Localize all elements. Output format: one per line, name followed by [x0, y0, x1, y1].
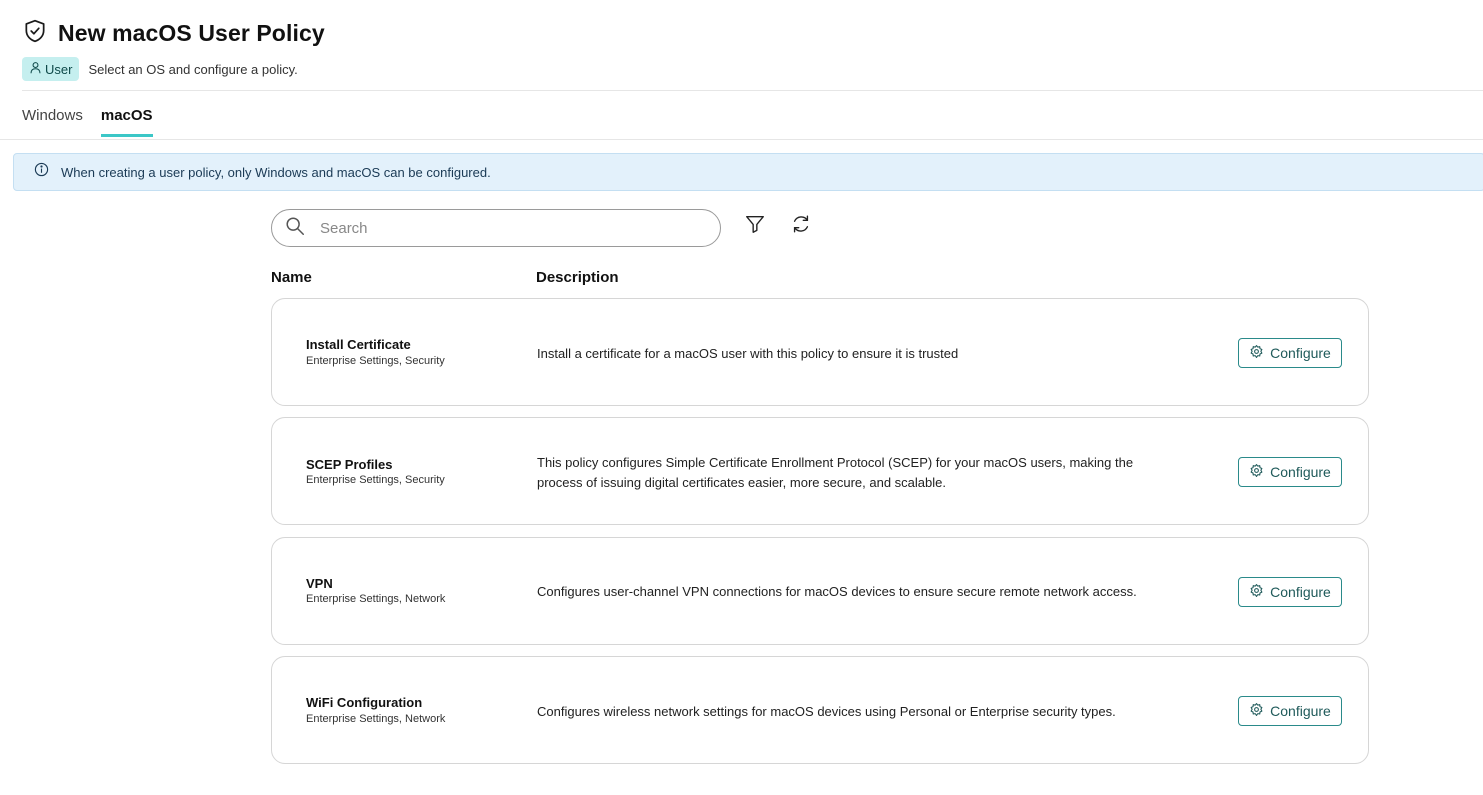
policy-card-install-certificate: Install Certificate Enterprise Settings,… — [271, 298, 1369, 406]
policy-name: Install Certificate — [306, 337, 411, 352]
gear-icon — [1249, 344, 1264, 362]
policy-tags: Enterprise Settings, Security — [306, 474, 445, 486]
page-subtitle: Select an OS and configure a policy. — [88, 61, 298, 77]
filter-icon — [744, 213, 766, 240]
configure-label: Configure — [1270, 584, 1331, 600]
configure-label: Configure — [1270, 703, 1331, 719]
gear-icon — [1249, 583, 1264, 601]
search-box[interactable] — [271, 209, 721, 247]
policy-description: Configures wireless network settings for… — [537, 704, 1116, 719]
user-icon — [29, 61, 42, 77]
gear-icon — [1249, 463, 1264, 481]
subtitle-row: User Select an OS and configure a policy… — [22, 57, 298, 81]
column-header-description: Description — [536, 269, 619, 286]
tab-windows[interactable]: Windows — [22, 107, 83, 137]
search-input[interactable] — [320, 219, 660, 237]
shield-check-icon — [22, 18, 48, 49]
gear-icon — [1249, 702, 1264, 720]
policy-description: Install a certificate for a macOS user w… — [537, 346, 959, 361]
os-tabs: Windows macOS — [22, 107, 153, 137]
info-icon — [34, 162, 49, 182]
page-title: New macOS User Policy — [58, 20, 325, 46]
policy-card-vpn: VPN Enterprise Settings, Network Configu… — [271, 537, 1369, 645]
policy-card-wifi-configuration: WiFi Configuration Enterprise Settings, … — [271, 656, 1369, 764]
search-icon — [284, 215, 306, 242]
policy-card-scep-profiles: SCEP Profiles Enterprise Settings, Secur… — [271, 417, 1369, 525]
policy-tags: Enterprise Settings, Security — [306, 355, 445, 367]
refresh-icon — [790, 213, 812, 240]
policy-name: WiFi Configuration — [306, 695, 423, 710]
tabs-divider — [0, 139, 1483, 140]
configure-label: Configure — [1270, 345, 1331, 361]
policy-tags: Enterprise Settings, Network — [306, 713, 446, 725]
configure-button[interactable]: Configure — [1238, 338, 1342, 368]
info-text: When creating a user policy, only Window… — [61, 164, 491, 180]
policy-tags: Enterprise Settings, Network — [306, 593, 446, 605]
policy-description: Configures user-channel VPN connections … — [537, 584, 1137, 599]
filter-button[interactable] — [742, 213, 768, 239]
configure-button[interactable]: Configure — [1238, 577, 1342, 607]
configure-label: Configure — [1270, 464, 1331, 480]
configure-button[interactable]: Configure — [1238, 696, 1342, 726]
tab-macos[interactable]: macOS — [100, 107, 153, 137]
refresh-button[interactable] — [788, 213, 814, 239]
column-header-name: Name — [271, 269, 312, 286]
header-divider — [22, 90, 1483, 91]
policy-name: VPN — [306, 576, 333, 591]
user-badge: User — [22, 57, 80, 81]
info-banner: When creating a user policy, only Window… — [13, 153, 1483, 191]
configure-button[interactable]: Configure — [1238, 457, 1342, 487]
policy-description: This policy configures Simple Certificat… — [537, 455, 1134, 490]
badge-label: User — [45, 61, 73, 77]
policy-name: SCEP Profiles — [306, 457, 393, 472]
title-row: New macOS User Policy — [22, 18, 325, 49]
page-header: New macOS User Policy — [22, 18, 325, 49]
